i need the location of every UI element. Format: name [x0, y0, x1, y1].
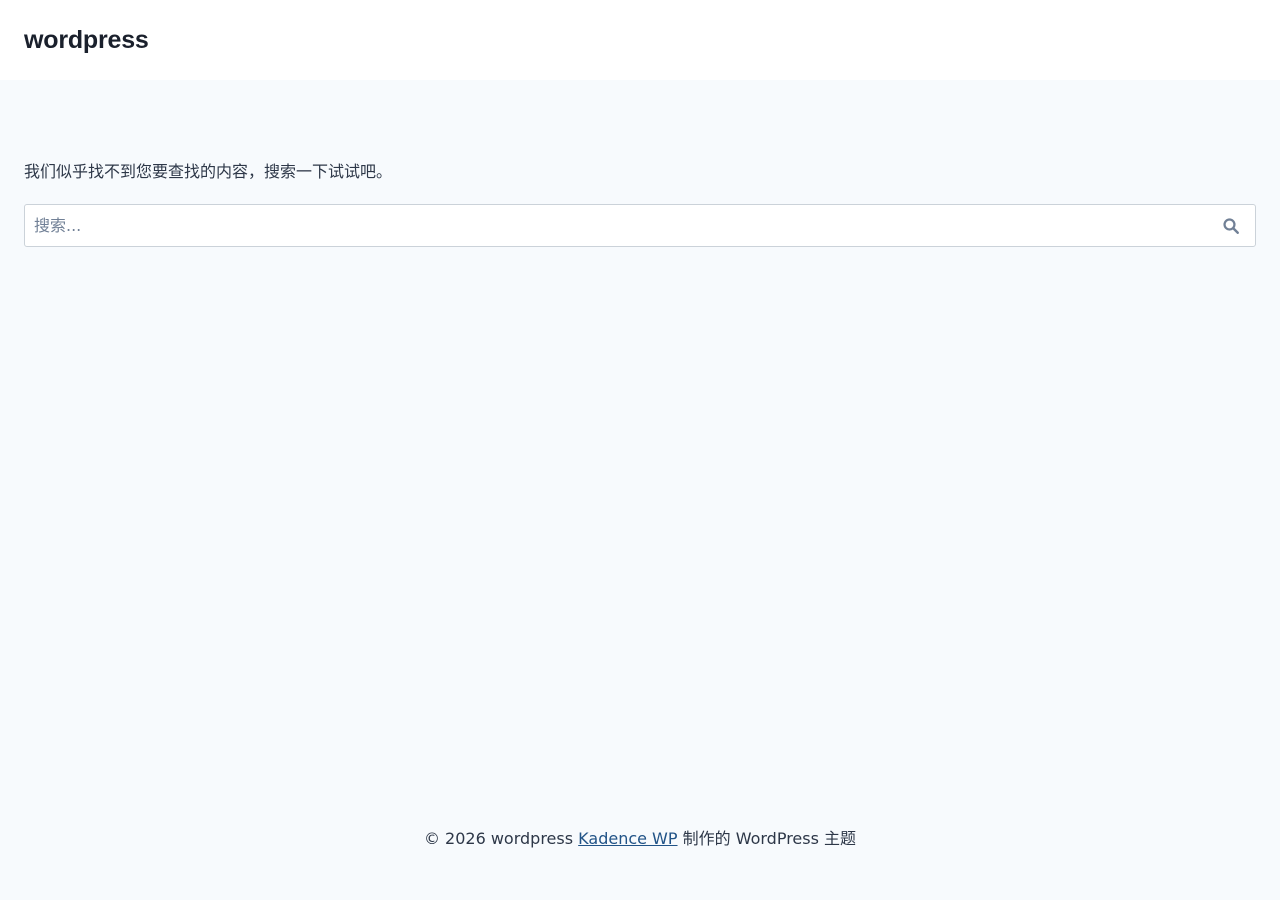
footer-theme-link[interactable]: Kadence WP [578, 829, 677, 848]
site-footer: © 2026 wordpress Kadence WP 制作的 WordPres… [0, 816, 1280, 862]
footer-copyright: © 2026 wordpress [423, 829, 574, 848]
not-found-message: 我们似乎找不到您要查找的内容，搜索一下试试吧。 [24, 162, 393, 181]
site-header: wordpress [0, 0, 1280, 80]
search-form [24, 204, 1256, 247]
search-submit-button[interactable] [1206, 204, 1256, 247]
search-icon [1223, 217, 1239, 234]
footer-credit-suffix: 制作的 WordPress 主题 [682, 829, 857, 848]
site-title-link[interactable]: wordpress [24, 22, 149, 58]
search-input[interactable] [24, 204, 1256, 247]
